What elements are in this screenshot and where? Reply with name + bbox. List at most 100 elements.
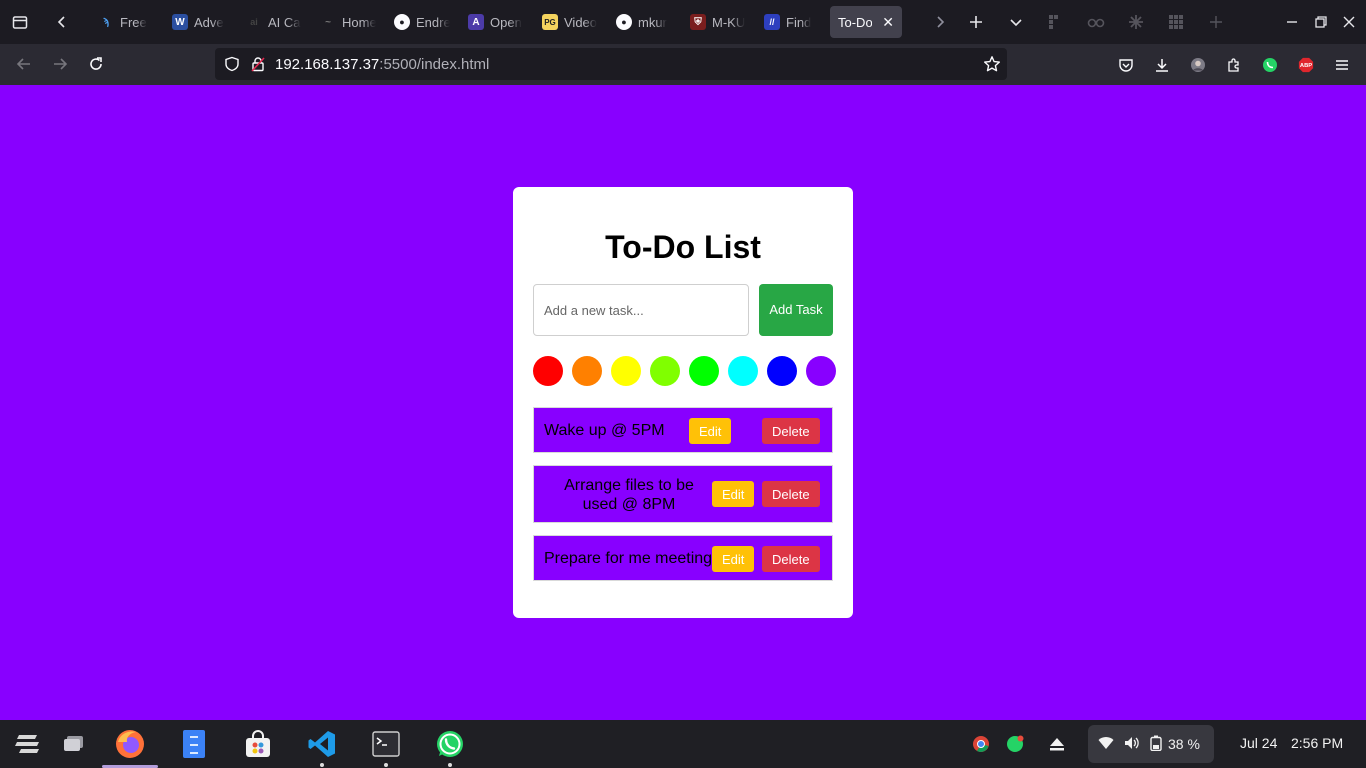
tab-1[interactable]: W Adve: [164, 6, 236, 38]
edit-task-button[interactable]: Edit: [712, 546, 755, 572]
glasses-icon: [1087, 18, 1105, 28]
edit-task-button[interactable]: Edit: [689, 418, 732, 444]
reload-button[interactable]: [78, 48, 114, 80]
add-task-button[interactable]: Add Task: [759, 284, 833, 336]
delete-task-button[interactable]: Delete: [762, 546, 820, 572]
plus-icon: [1210, 16, 1222, 28]
pocket-button[interactable]: [1108, 49, 1144, 81]
list-all-tabs-button[interactable]: [996, 0, 1036, 44]
tab-title: AI Ca: [268, 14, 301, 30]
workspaces-icon: [64, 736, 83, 751]
tab-scroll-left-button[interactable]: [42, 0, 82, 44]
add-extension-button[interactable]: [1196, 0, 1236, 44]
workspaces-button[interactable]: [46, 720, 102, 768]
account-button[interactable]: [1180, 49, 1216, 81]
app-menu-button[interactable]: [1324, 49, 1360, 81]
battery-percentage: 38 %: [1168, 736, 1200, 752]
volume-icon: [1124, 736, 1140, 753]
whatsapp-extension-button[interactable]: [1252, 49, 1288, 81]
tab-active[interactable]: To-Do ✕: [830, 6, 902, 38]
tab-4[interactable]: ● Endre: [386, 6, 458, 38]
delete-task-button[interactable]: Delete: [762, 418, 820, 444]
tab-5[interactable]: A Open: [460, 6, 532, 38]
software-store-app[interactable]: [230, 720, 286, 768]
tab-8[interactable]: ⛨ M-KU: [682, 6, 754, 38]
extensions-button[interactable]: [1216, 49, 1252, 81]
color-swatch-cyan[interactable]: [728, 356, 758, 386]
home-icon: ~: [325, 16, 331, 28]
os-taskbar: 38 % Jul 24 2:56 PM: [0, 720, 1366, 768]
whatsapp-tray-icon[interactable]: [1006, 735, 1024, 758]
grid-extension-button[interactable]: [1036, 0, 1076, 44]
color-swatch-green[interactable]: [689, 356, 719, 386]
adblock-extension-button[interactable]: ABP: [1288, 49, 1324, 81]
tab-scroll-right-button[interactable]: [920, 0, 960, 44]
terminal-app[interactable]: [358, 720, 414, 768]
delete-task-button[interactable]: Delete: [762, 481, 820, 507]
color-swatch-orange[interactable]: [572, 356, 602, 386]
files-app[interactable]: [166, 720, 222, 768]
address-bar[interactable]: 192.168.137.37:5500/index.html: [215, 48, 1007, 80]
apps-extension-button[interactable]: [1156, 0, 1196, 44]
tab-2[interactable]: ai AI Ca: [238, 6, 310, 38]
time-label[interactable]: 2:56 PM: [1291, 735, 1343, 751]
firefox-app[interactable]: [102, 720, 158, 768]
system-status-area[interactable]: 38 %: [1088, 725, 1214, 763]
downloads-button[interactable]: [1144, 49, 1180, 81]
bookmark-star-icon[interactable]: [983, 55, 1001, 78]
tracking-protection-icon[interactable]: [219, 56, 245, 72]
page-title: To-Do List: [605, 229, 761, 265]
tab-title: Find: [786, 14, 812, 30]
download-icon: [1156, 58, 1168, 72]
navigation-toolbar: 192.168.137.37:5500/index.html ABP: [0, 44, 1366, 85]
plus-icon: [970, 16, 982, 28]
tab-6[interactable]: PG Video: [534, 6, 606, 38]
insecure-lock-icon[interactable]: [245, 56, 271, 72]
task-text: Wake up @ 5PM: [544, 422, 665, 439]
close-icon: [1343, 16, 1354, 28]
glasses-extension-button[interactable]: [1076, 0, 1116, 44]
tab-7[interactable]: ● mkur: [608, 6, 680, 38]
tab-0[interactable]: ϡ Free: [90, 6, 162, 38]
forward-button[interactable]: [42, 48, 78, 80]
color-swatch-blue[interactable]: [767, 356, 797, 386]
file-cabinet-icon: [183, 730, 205, 758]
chevron-down-icon: [1010, 19, 1022, 27]
task-item: Wake up @ 5PM Edit Delete: [533, 407, 833, 453]
hamburger-menu-icon: [1336, 59, 1348, 70]
task-text: Arrange files to be used @ 8PM: [564, 477, 694, 513]
edit-task-button[interactable]: Edit: [712, 481, 755, 507]
url-text[interactable]: 192.168.137.37:5500/index.html: [275, 56, 489, 73]
date-label[interactable]: Jul 24: [1240, 735, 1277, 751]
tab-9[interactable]: // Find: [756, 6, 828, 38]
color-swatch-purple[interactable]: [806, 356, 836, 386]
back-button[interactable]: [6, 48, 42, 80]
tab-3[interactable]: ~ Home: [312, 6, 384, 38]
tab-title: Endre: [416, 14, 450, 30]
vscode-app[interactable]: [294, 720, 350, 768]
eject-tray-icon[interactable]: [1048, 735, 1066, 758]
whatsapp-icon: [1263, 57, 1277, 72]
color-swatch-red[interactable]: [533, 356, 563, 386]
whatsapp-app[interactable]: [422, 720, 478, 768]
pocket-icon: [1119, 58, 1133, 72]
close-window-button[interactable]: [1331, 0, 1366, 44]
todo-card: To-Do List Add Task Wake up @ 5PM Edit D…: [513, 187, 853, 618]
reload-icon: [90, 57, 102, 70]
firefox-view-button[interactable]: [0, 0, 40, 44]
chrome-tray-icon[interactable]: [972, 735, 990, 758]
close-tab-icon[interactable]: ✕: [882, 14, 894, 31]
new-task-input[interactable]: [533, 284, 749, 336]
apps-grid-icon: [1169, 15, 1183, 29]
tab-title: To-Do: [838, 14, 873, 30]
ai-icon: ai: [250, 17, 258, 27]
tab-title: Open: [490, 14, 522, 30]
puzzle-extension-button[interactable]: [1116, 0, 1156, 44]
color-swatch-lime[interactable]: [650, 356, 680, 386]
whatsapp-icon: [437, 731, 463, 757]
new-tab-button[interactable]: [956, 0, 996, 44]
tab-title: Adve: [194, 14, 224, 30]
color-swatch-yellow[interactable]: [611, 356, 641, 386]
github-icon: ●: [616, 14, 632, 30]
tab-title: Video: [564, 14, 598, 30]
